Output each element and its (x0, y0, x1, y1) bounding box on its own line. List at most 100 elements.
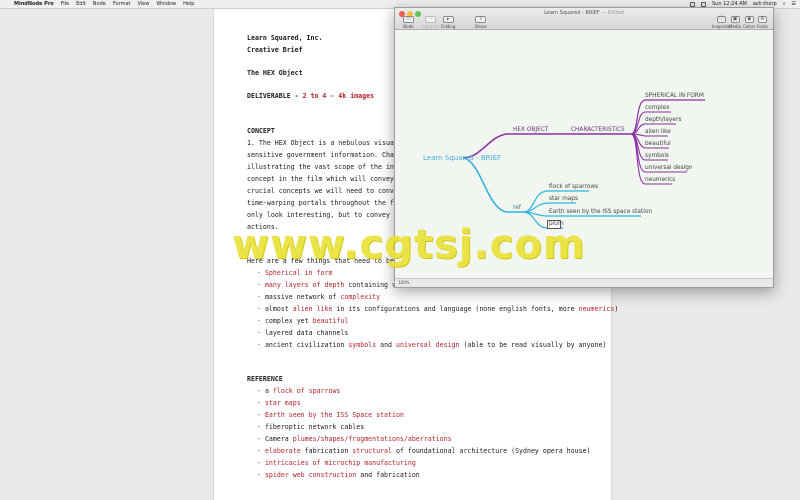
doc-text: almost (264, 305, 293, 313)
highlighted-text: Spherical in form (264, 269, 333, 277)
doc-line: - a flock of sparrows (257, 387, 340, 395)
highlighted-text: alien like (292, 305, 333, 313)
toolbar-label: Connect (422, 24, 439, 29)
doc-text: Camera (264, 435, 293, 443)
doc-text: of foundational architecture (Sydney ope… (392, 447, 591, 455)
doc-line: - spider web construction and fabricatio… (257, 471, 420, 479)
characteristic-node[interactable]: symbols (645, 153, 669, 159)
highlighted-text: plumes/shapes/fragmentations/aberrations (292, 435, 452, 443)
highlighted-text: beautiful (312, 317, 349, 325)
menu-list-icon[interactable]: ☰ (792, 0, 796, 9)
doc-line: - intricacies of microchip manufacturing (257, 459, 416, 467)
toolbar-label: Media (729, 24, 742, 29)
highlighted-text: neumerics (578, 305, 615, 313)
doc-line: - massive network of complexity (257, 293, 380, 301)
zoom-level[interactable]: 100% (398, 280, 409, 285)
highlighted-text: - (257, 411, 265, 419)
highlighted-text: - (257, 329, 265, 337)
folding-toolbar-button[interactable]: ▸ Folding (441, 16, 455, 29)
inspector-toolbar-button[interactable]: ⓘ Inspector (712, 16, 731, 29)
doc-text: fabrication (300, 447, 353, 455)
doc-text: massive network of (264, 293, 341, 301)
doc-line: - Earth seen by the ISS Space station (257, 411, 404, 419)
node-icon: ▭ (403, 16, 414, 23)
doc-line: - complex yet beautiful (257, 317, 348, 325)
doc-line: - Camera plumes/shapes/fragmentations/ab… (257, 435, 452, 443)
menu-list: MindNode Pro File Edit Node Format View Window… (14, 0, 194, 9)
highlighted-text: - (257, 471, 265, 479)
colors-toolbar-button[interactable]: ◉ Colors (743, 16, 756, 29)
window-titlebar[interactable]: Learn Squared - BRIEF — Edited ▭ Node ⇢ Con… (395, 8, 773, 30)
characteristic-node[interactable]: complex (645, 105, 670, 111)
characteristic-node[interactable]: universal design (645, 165, 693, 171)
doc-line: - fiberoptic network cables (257, 423, 364, 431)
characteristic-node[interactable]: neumerics (645, 177, 675, 183)
highlighted-text: symbols (348, 341, 377, 349)
folding-icon: ▸ (442, 16, 454, 23)
highlighted-text: many layers of depth (264, 281, 345, 289)
fonts-toolbar-button[interactable]: A Fonts (757, 16, 768, 29)
menu-node[interactable]: Node (93, 0, 106, 9)
media-toolbar-button[interactable]: ▣ Media (729, 16, 741, 29)
reference-node[interactable]: flock of sparrows (549, 184, 598, 190)
reference-node[interactable]: star maps (549, 196, 578, 202)
doc-text: (able to be read visually by anyone) (459, 341, 607, 349)
doc-text: and (376, 341, 396, 349)
doc-line: - layered data channels (257, 329, 348, 337)
characteristics-node[interactable]: CHARACTERISTICS (571, 127, 625, 133)
menu-view[interactable]: View (137, 0, 149, 9)
share-toolbar-button[interactable]: ⇪ Share (475, 16, 487, 29)
branch-root-ref (462, 157, 523, 213)
toolbar-label: Node (403, 24, 414, 29)
doc-line: - ancient civilization symbols and unive… (257, 341, 606, 349)
highlighted-text: 2 to 4 - 4k images (302, 92, 375, 100)
menu-file[interactable]: File (61, 0, 69, 9)
menu-format[interactable]: Format (113, 0, 131, 9)
highlighted-text: star maps (264, 399, 301, 407)
ref-node[interactable]: ref (513, 205, 521, 211)
doc-line: Creative Brief (247, 46, 303, 54)
doc-text: layered data channels (264, 329, 349, 337)
doc-text: fiberoptic network cables (264, 423, 365, 431)
menu-help[interactable]: Help (183, 0, 194, 9)
highlighted-text: - (257, 317, 265, 325)
search-icon[interactable]: ⌕ (783, 0, 786, 9)
highlighted-text: flock of sparrows (272, 387, 341, 395)
doc-text: complex yet (264, 317, 313, 325)
media-icon: ▣ (730, 16, 740, 23)
highlighted-text: universal design (395, 341, 460, 349)
connect-toolbar-button[interactable]: ⇢ Connect (422, 16, 439, 29)
root-node[interactable]: Learn Squared - BRIEF (423, 154, 501, 162)
doc-text: ) (614, 305, 619, 313)
doc-text: Learn Squared, Inc. (247, 34, 323, 42)
fonts-icon: A (757, 16, 767, 23)
reference-node[interactable]: Earth seen by the ISS space station (549, 209, 652, 215)
doc-text: ancient civilization (264, 341, 349, 349)
toolbar-label: Share (475, 24, 487, 29)
toolbar-label: Inspector (712, 24, 731, 29)
doc-text: a (264, 387, 273, 395)
doc-line: CONCEPT (247, 127, 275, 135)
node-toolbar-button[interactable]: ▭ Node (403, 16, 414, 29)
hex-object-node[interactable]: HEX OBJECT (513, 127, 548, 133)
highlighted-text: - (257, 399, 265, 407)
characteristic-node[interactable]: SPHERICAL IN FORM (645, 93, 704, 99)
doc-line: Learn Squared, Inc. (247, 34, 322, 42)
inspector-icon: ⓘ (716, 16, 726, 23)
characteristic-node[interactable]: depth/layers (645, 117, 681, 123)
toolbar-label: Fonts (757, 24, 768, 29)
highlighted-text: - (257, 341, 265, 349)
highlighted-text: elaborate (264, 447, 301, 455)
menu-edit[interactable]: Edit (76, 0, 86, 9)
watermark-text: www.cgtsj.com (232, 222, 586, 268)
app-menu[interactable]: MindNode Pro (14, 0, 54, 9)
doc-line: The HEX Object (247, 69, 303, 77)
doc-text: REFERENCE (247, 375, 283, 383)
highlighted-text: - (257, 305, 265, 313)
doc-line: - star maps (257, 399, 301, 407)
highlighted-text: structural (352, 447, 392, 455)
characteristic-node[interactable]: beautiful (645, 141, 671, 147)
characteristic-node[interactable]: alien like (645, 129, 671, 135)
doc-text: CONCEPT (247, 127, 275, 135)
menu-window[interactable]: Window (156, 0, 176, 9)
